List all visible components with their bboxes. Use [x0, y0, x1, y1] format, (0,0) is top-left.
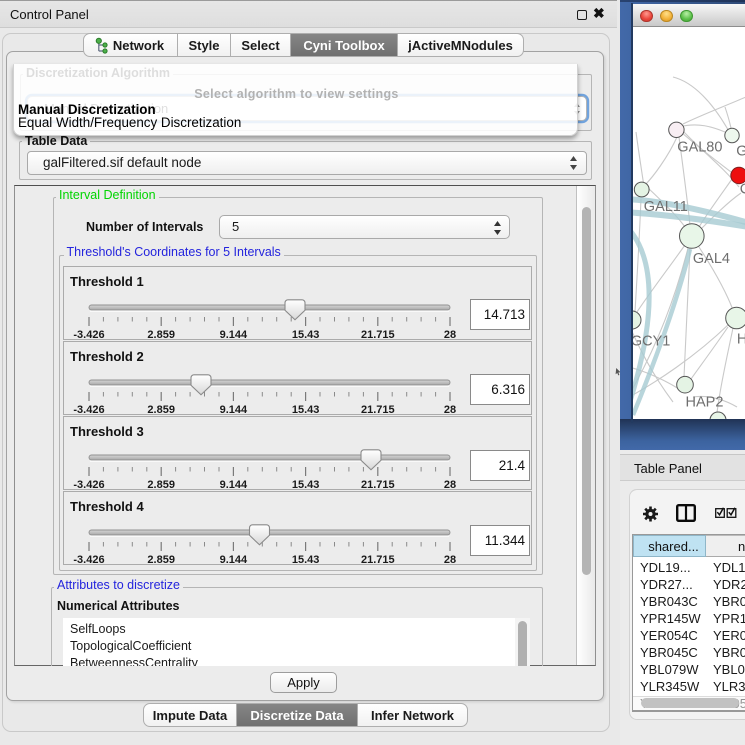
svg-text:-3.426: -3.426 — [73, 554, 104, 566]
svg-text:28: 28 — [444, 554, 456, 566]
svg-text:21.715: 21.715 — [361, 479, 395, 491]
svg-text:9.144: 9.144 — [220, 329, 248, 341]
svg-text:15.43: 15.43 — [292, 404, 320, 416]
svg-text:21.715: 21.715 — [361, 404, 395, 416]
svg-text:-3.426: -3.426 — [73, 404, 104, 416]
svg-text:9.144: 9.144 — [220, 404, 248, 416]
svg-text:21.715: 21.715 — [361, 329, 395, 341]
svg-text:9.144: 9.144 — [220, 479, 248, 491]
svg-text:21.715: 21.715 — [361, 554, 395, 566]
svg-text:2.859: 2.859 — [147, 554, 175, 566]
svg-text:GAL80: GAL80 — [677, 139, 722, 155]
svg-text:15.43: 15.43 — [292, 479, 320, 491]
svg-text:2.859: 2.859 — [147, 479, 175, 491]
svg-text:28: 28 — [444, 329, 456, 341]
svg-text:GAL2: GAL2 — [736, 144, 745, 160]
svg-text:15.43: 15.43 — [292, 329, 320, 341]
svg-text:GAL4: GAL4 — [693, 251, 730, 267]
svg-text:-3.426: -3.426 — [73, 329, 104, 341]
svg-text:15.43: 15.43 — [292, 554, 320, 566]
svg-text:-3.426: -3.426 — [73, 479, 104, 491]
svg-text:2.859: 2.859 — [147, 404, 175, 416]
svg-text:HAP2: HAP2 — [686, 395, 724, 411]
svg-text:9.144: 9.144 — [220, 554, 248, 566]
svg-text:28: 28 — [444, 404, 456, 416]
svg-text:2.859: 2.859 — [147, 329, 175, 341]
svg-text:28: 28 — [444, 479, 456, 491]
svg-text:GAL11: GAL11 — [644, 199, 688, 215]
svg-text:HS: HS — [737, 332, 745, 348]
svg-text:CDC1: CDC1 — [740, 181, 745, 197]
svg-text:GCY1: GCY1 — [633, 334, 670, 350]
